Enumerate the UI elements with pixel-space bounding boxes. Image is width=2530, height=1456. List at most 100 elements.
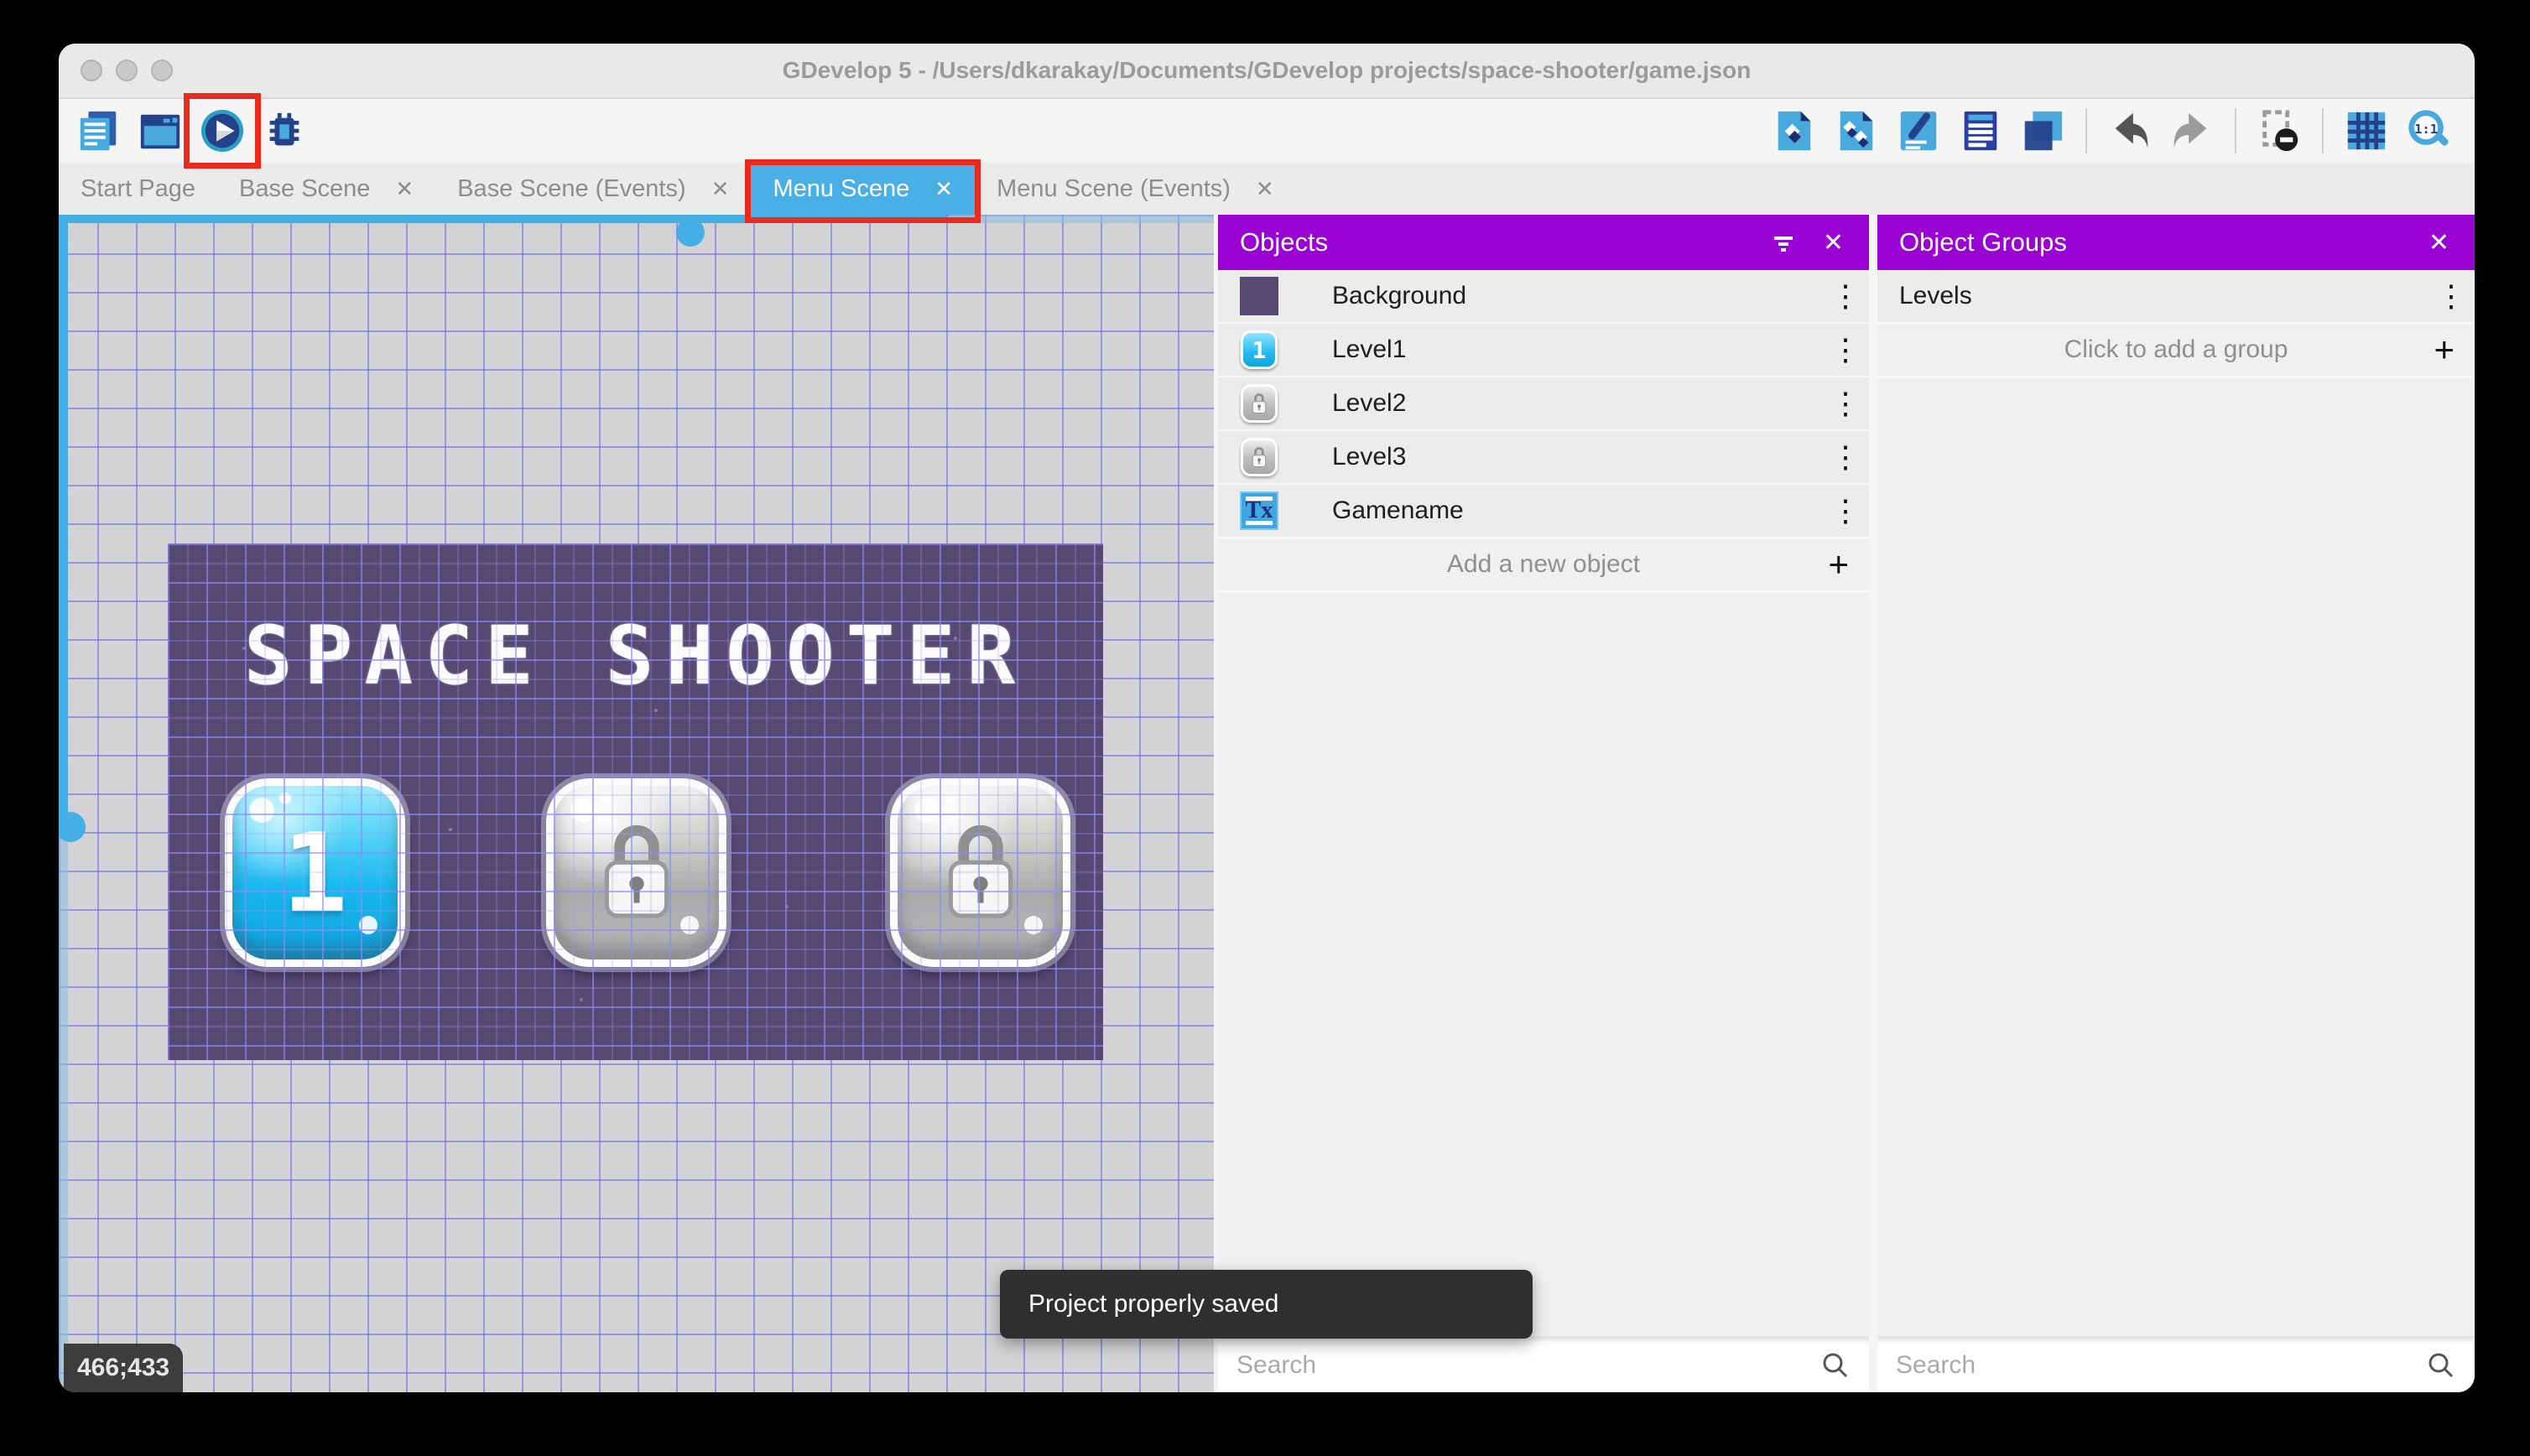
object-row-level1[interactable]: 1 Level1 ⋮ bbox=[1218, 324, 1869, 377]
undo-icon bbox=[2115, 112, 2148, 148]
delete-instances-button[interactable] bbox=[2251, 103, 2307, 159]
save-toast: Project properly saved bbox=[1000, 1270, 1533, 1339]
window-title: GDevelop 5 - /Users/dkarakay/Documents/G… bbox=[782, 57, 1752, 83]
level1-thumbnail: 1 bbox=[1241, 330, 1278, 369]
tab-base-scene-events[interactable]: Base Scene (Events) ✕ bbox=[435, 163, 751, 215]
objects-panel-header: Objects ✕ bbox=[1218, 215, 1869, 270]
toolbar-separator bbox=[2085, 108, 2087, 153]
search-icon bbox=[1823, 1353, 1848, 1377]
project-manager-button[interactable] bbox=[70, 103, 126, 159]
object-groups-panel-title: Object Groups bbox=[1899, 227, 2067, 257]
close-tab-icon[interactable]: ✕ bbox=[934, 176, 953, 202]
object-groups-panel-empty-area bbox=[1877, 377, 2475, 1336]
filter-icon[interactable] bbox=[1769, 228, 1798, 257]
close-panel-icon[interactable]: ✕ bbox=[1823, 228, 1844, 257]
groups-search-input[interactable] bbox=[1896, 1350, 2426, 1380]
open-properties-panel-button[interactable] bbox=[1891, 103, 1946, 159]
vertical-scrollbar-thumb[interactable] bbox=[59, 215, 68, 829]
objects-search-bar bbox=[1218, 1336, 1869, 1392]
tab-base-scene[interactable]: Base Scene ✕ bbox=[217, 163, 435, 215]
add-group-plus-icon[interactable]: + bbox=[2434, 332, 2455, 367]
scene-properties-button[interactable] bbox=[133, 103, 188, 159]
level3-button-instance[interactable] bbox=[890, 778, 1070, 967]
horizontal-scrollbar-knob[interactable] bbox=[676, 218, 705, 247]
lock-icon bbox=[948, 824, 1013, 918]
gdevelop-window: GDevelop 5 - /Users/dkarakay/Documents/G… bbox=[59, 44, 2475, 1392]
undo-button[interactable] bbox=[2102, 103, 2158, 159]
objects-panel-title: Objects bbox=[1240, 227, 1329, 257]
add-object-row[interactable]: Add a new object + bbox=[1218, 538, 1869, 592]
gamename-text-instance[interactable]: SPACE SHOOTER bbox=[168, 609, 1103, 703]
kebab-menu-icon[interactable]: ⋮ bbox=[1822, 278, 1869, 314]
annotation-red-box-play bbox=[184, 93, 261, 169]
object-groups-panel: Object Groups ✕ Levels ⋮ Click to add a … bbox=[1877, 215, 2475, 1392]
debugger-icon bbox=[269, 112, 299, 146]
add-group-row[interactable]: Click to add a group + bbox=[1877, 324, 2475, 377]
delete-instances-icon bbox=[2262, 110, 2298, 152]
toolbar-separator bbox=[2322, 108, 2324, 153]
scene-window-icon bbox=[140, 114, 180, 149]
zoom-reset-button[interactable]: 1:1 bbox=[2401, 103, 2456, 159]
object-groups-panel-header: Object Groups ✕ bbox=[1877, 215, 2475, 270]
kebab-menu-icon[interactable]: ⋮ bbox=[1822, 493, 1869, 528]
close-tab-icon[interactable]: ✕ bbox=[1256, 176, 1274, 202]
horizontal-scrollbar-track[interactable] bbox=[949, 215, 1214, 223]
search-icon bbox=[2428, 1353, 2454, 1377]
text-object-thumbnail: Tx bbox=[1240, 491, 1278, 530]
object-row-level3[interactable]: Level3 ⋮ bbox=[1218, 431, 1869, 485]
objects-panel-empty-area bbox=[1218, 592, 1869, 1336]
tab-bar: Start Page Base Scene ✕ Base Scene (Even… bbox=[59, 159, 2475, 223]
open-instances-list-button[interactable] bbox=[1953, 103, 2008, 159]
group-row-levels[interactable]: Levels ⋮ bbox=[1877, 270, 2475, 324]
properties-icon bbox=[1900, 111, 1937, 151]
close-tab-icon[interactable]: ✕ bbox=[711, 176, 730, 202]
svg-text:1:1: 1:1 bbox=[2414, 122, 2438, 137]
project-manager-icon bbox=[80, 111, 117, 151]
vertical-scrollbar-track[interactable] bbox=[59, 829, 68, 1392]
level2-button-instance[interactable] bbox=[546, 778, 726, 967]
horizontal-scrollbar-thumb[interactable] bbox=[59, 215, 949, 223]
groups-search-bar bbox=[1877, 1336, 2475, 1392]
add-object-plus-icon[interactable]: + bbox=[1828, 547, 1849, 582]
vertical-scrollbar-knob[interactable] bbox=[59, 812, 86, 842]
cursor-coordinates: 466;433 bbox=[64, 1344, 184, 1392]
object-icon bbox=[1778, 111, 1811, 151]
open-object-groups-editor-button[interactable] bbox=[1829, 103, 1884, 159]
grid-icon bbox=[2347, 112, 2386, 150]
zoom-1-1-icon: 1:1 bbox=[2408, 110, 2449, 146]
debugger-button[interactable] bbox=[257, 103, 312, 159]
kebab-menu-icon[interactable]: ⋮ bbox=[2428, 278, 2475, 314]
toast-message: Project properly saved bbox=[1028, 1290, 1279, 1318]
object-groups-icon bbox=[1840, 111, 1873, 151]
close-tab-icon[interactable]: ✕ bbox=[395, 176, 414, 202]
close-panel-icon[interactable]: ✕ bbox=[2428, 228, 2449, 257]
menu-scene-background-instance[interactable]: SPACE SHOOTER 1 bbox=[168, 543, 1103, 1060]
background-thumbnail bbox=[1240, 277, 1278, 315]
toolbar: 1:1 bbox=[59, 93, 2475, 169]
title-bar: GDevelop 5 - /Users/dkarakay/Documents/G… bbox=[59, 44, 2475, 99]
object-row-level2[interactable]: Level2 ⋮ bbox=[1218, 377, 1869, 431]
scene-editor-canvas[interactable]: SPACE SHOOTER 1 466;433 bbox=[59, 215, 1214, 1392]
level1-button-instance[interactable]: 1 bbox=[225, 778, 405, 967]
object-row-background[interactable]: Background ⋮ bbox=[1218, 270, 1869, 324]
objects-panel: Objects ✕ Background ⋮ 1 Level1 ⋮ Level2… bbox=[1218, 215, 1869, 1392]
open-layers-editor-button[interactable] bbox=[2015, 103, 2070, 159]
tab-menu-scene[interactable]: Menu Scene ✕ bbox=[745, 159, 981, 223]
grid-button[interactable] bbox=[2339, 103, 2394, 159]
open-objects-editor-button[interactable] bbox=[1767, 103, 1822, 159]
kebab-menu-icon[interactable]: ⋮ bbox=[1822, 332, 1869, 367]
play-button[interactable] bbox=[184, 93, 261, 169]
kebab-menu-icon[interactable]: ⋮ bbox=[1822, 386, 1869, 421]
redo-button[interactable] bbox=[2164, 103, 2220, 159]
tab-start-page[interactable]: Start Page bbox=[59, 163, 217, 215]
tab-menu-scene-events[interactable]: Menu Scene (Events) ✕ bbox=[975, 163, 1296, 215]
toolbar-separator bbox=[2235, 108, 2236, 153]
redo-icon bbox=[2173, 112, 2207, 148]
level2-thumbnail bbox=[1241, 384, 1278, 423]
object-row-gamename[interactable]: Tx Gamename ⋮ bbox=[1218, 485, 1869, 538]
objects-search-input[interactable] bbox=[1236, 1350, 1820, 1380]
layers-icon bbox=[2024, 111, 2063, 151]
kebab-menu-icon[interactable]: ⋮ bbox=[1822, 439, 1869, 475]
lock-icon bbox=[604, 824, 669, 918]
instances-list-icon bbox=[1964, 111, 1997, 151]
